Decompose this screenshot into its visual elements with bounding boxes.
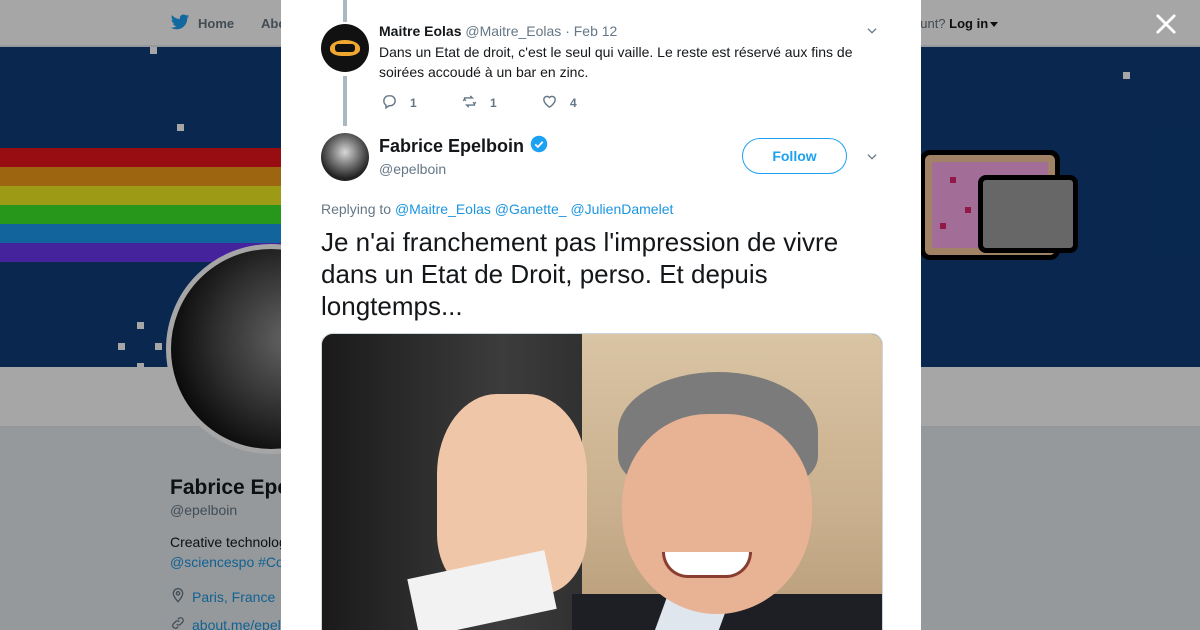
reply-author-handle[interactable]: @Maitre_Eolas xyxy=(465,23,561,39)
reply-date[interactable]: · Feb 12 xyxy=(565,23,617,39)
reply-author-name[interactable]: Maitre Eolas xyxy=(379,23,461,39)
like-button[interactable]: 4 xyxy=(541,93,621,113)
replying-to-label: Replying to xyxy=(321,201,392,217)
verified-badge-icon xyxy=(530,135,548,158)
tweet-media-photo[interactable] xyxy=(321,333,883,630)
chevron-down-icon[interactable] xyxy=(865,24,879,38)
reply-count: 1 xyxy=(410,96,417,110)
retweet-button[interactable]: 1 xyxy=(461,93,541,113)
like-count: 4 xyxy=(570,96,577,110)
mention-link[interactable]: @Ganette_ xyxy=(495,201,567,217)
reply-action-bar: 1 1 4 xyxy=(381,93,621,113)
close-icon[interactable] xyxy=(1152,10,1180,38)
reply-icon xyxy=(381,93,398,113)
tweet-author-handle[interactable]: @epelboin xyxy=(379,161,446,177)
tweet-author-avatar[interactable] xyxy=(321,133,369,181)
thread-connector xyxy=(343,0,347,22)
tweet-permalink-modal: Maitre Eolas @Maitre_Eolas · Feb 12 Dans… xyxy=(281,0,921,630)
thread-connector xyxy=(343,76,347,126)
mention-link[interactable]: @JulienDamelet xyxy=(570,201,673,217)
reply-author-avatar[interactable] xyxy=(321,24,369,72)
replying-to-line: Replying to @Maitre_Eolas @Ganette_ @Jul… xyxy=(321,201,673,217)
reply-button[interactable]: 1 xyxy=(381,93,461,113)
tweet-author-name-row[interactable]: Fabrice Epelboin xyxy=(379,135,548,158)
retweet-count: 1 xyxy=(490,96,497,110)
mention-link[interactable]: @Maitre_Eolas xyxy=(395,201,491,217)
follow-button[interactable]: Follow xyxy=(742,138,847,174)
tweet-text: Je n'ai franchement pas l'impression de … xyxy=(321,227,839,321)
reply-header: Maitre Eolas @Maitre_Eolas · Feb 12 xyxy=(379,23,617,39)
reply-text: Dans un Etat de droit, c'est le seul qui… xyxy=(379,44,853,80)
chevron-down-icon[interactable] xyxy=(865,150,879,164)
tweet-author-name: Fabrice Epelboin xyxy=(379,136,525,156)
heart-icon xyxy=(541,93,558,113)
retweet-icon xyxy=(461,93,478,113)
